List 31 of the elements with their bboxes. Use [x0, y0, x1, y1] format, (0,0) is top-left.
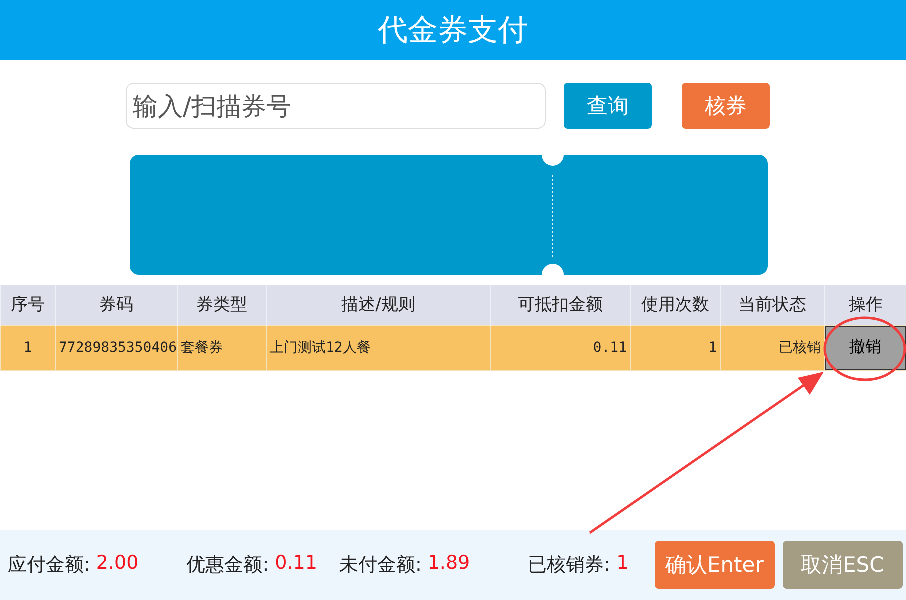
summary-label: 未付金额:: [339, 553, 422, 578]
revoke-button[interactable]: 撤销: [825, 326, 906, 370]
column-header: 当前状态: [738, 295, 806, 316]
table-row[interactable]: 1 77289835350406 套餐券 上门测试12人餐 0.11 1 已核销 撤销: [0, 325, 906, 370]
summary-value: 0.11: [275, 552, 318, 576]
table-cell: 0.11: [593, 340, 627, 356]
column-header: 描述/规则: [342, 295, 416, 316]
summary-label: 已核销券:: [528, 553, 611, 578]
column-header: 使用次数: [642, 295, 710, 316]
column-header: 序号: [11, 295, 45, 316]
column-header: 券类型: [196, 295, 248, 316]
query-button[interactable]: 查询: [564, 83, 652, 129]
table-cell: 77289835350406: [59, 340, 178, 356]
window-title: 代金券支付: [378, 12, 528, 50]
summary-value: 1: [616, 552, 629, 576]
verify-button[interactable]: 核券: [682, 83, 770, 129]
table-cell: 套餐券: [181, 340, 223, 356]
column-header: 券码: [100, 295, 134, 316]
table-cell: 1: [24, 340, 32, 356]
summary-value: 2.00: [96, 552, 139, 576]
search-field[interactable]: 输入/扫描券号: [126, 83, 546, 129]
table-cell: 1: [708, 340, 717, 356]
summary-label: 优惠金额:: [186, 553, 270, 578]
column-header: 操作: [848, 295, 883, 316]
table-cell: 已核销: [779, 340, 821, 356]
summary-value: 1.89: [428, 552, 470, 576]
column-header: 可抵扣金额: [518, 295, 603, 316]
cancel-button[interactable]: 取消ESC: [782, 541, 903, 589]
summary-label: 应付金额:: [8, 553, 90, 578]
confirm-button[interactable]: 确认Enter: [654, 541, 775, 589]
table-cell: 上门测试12人餐: [270, 340, 371, 356]
